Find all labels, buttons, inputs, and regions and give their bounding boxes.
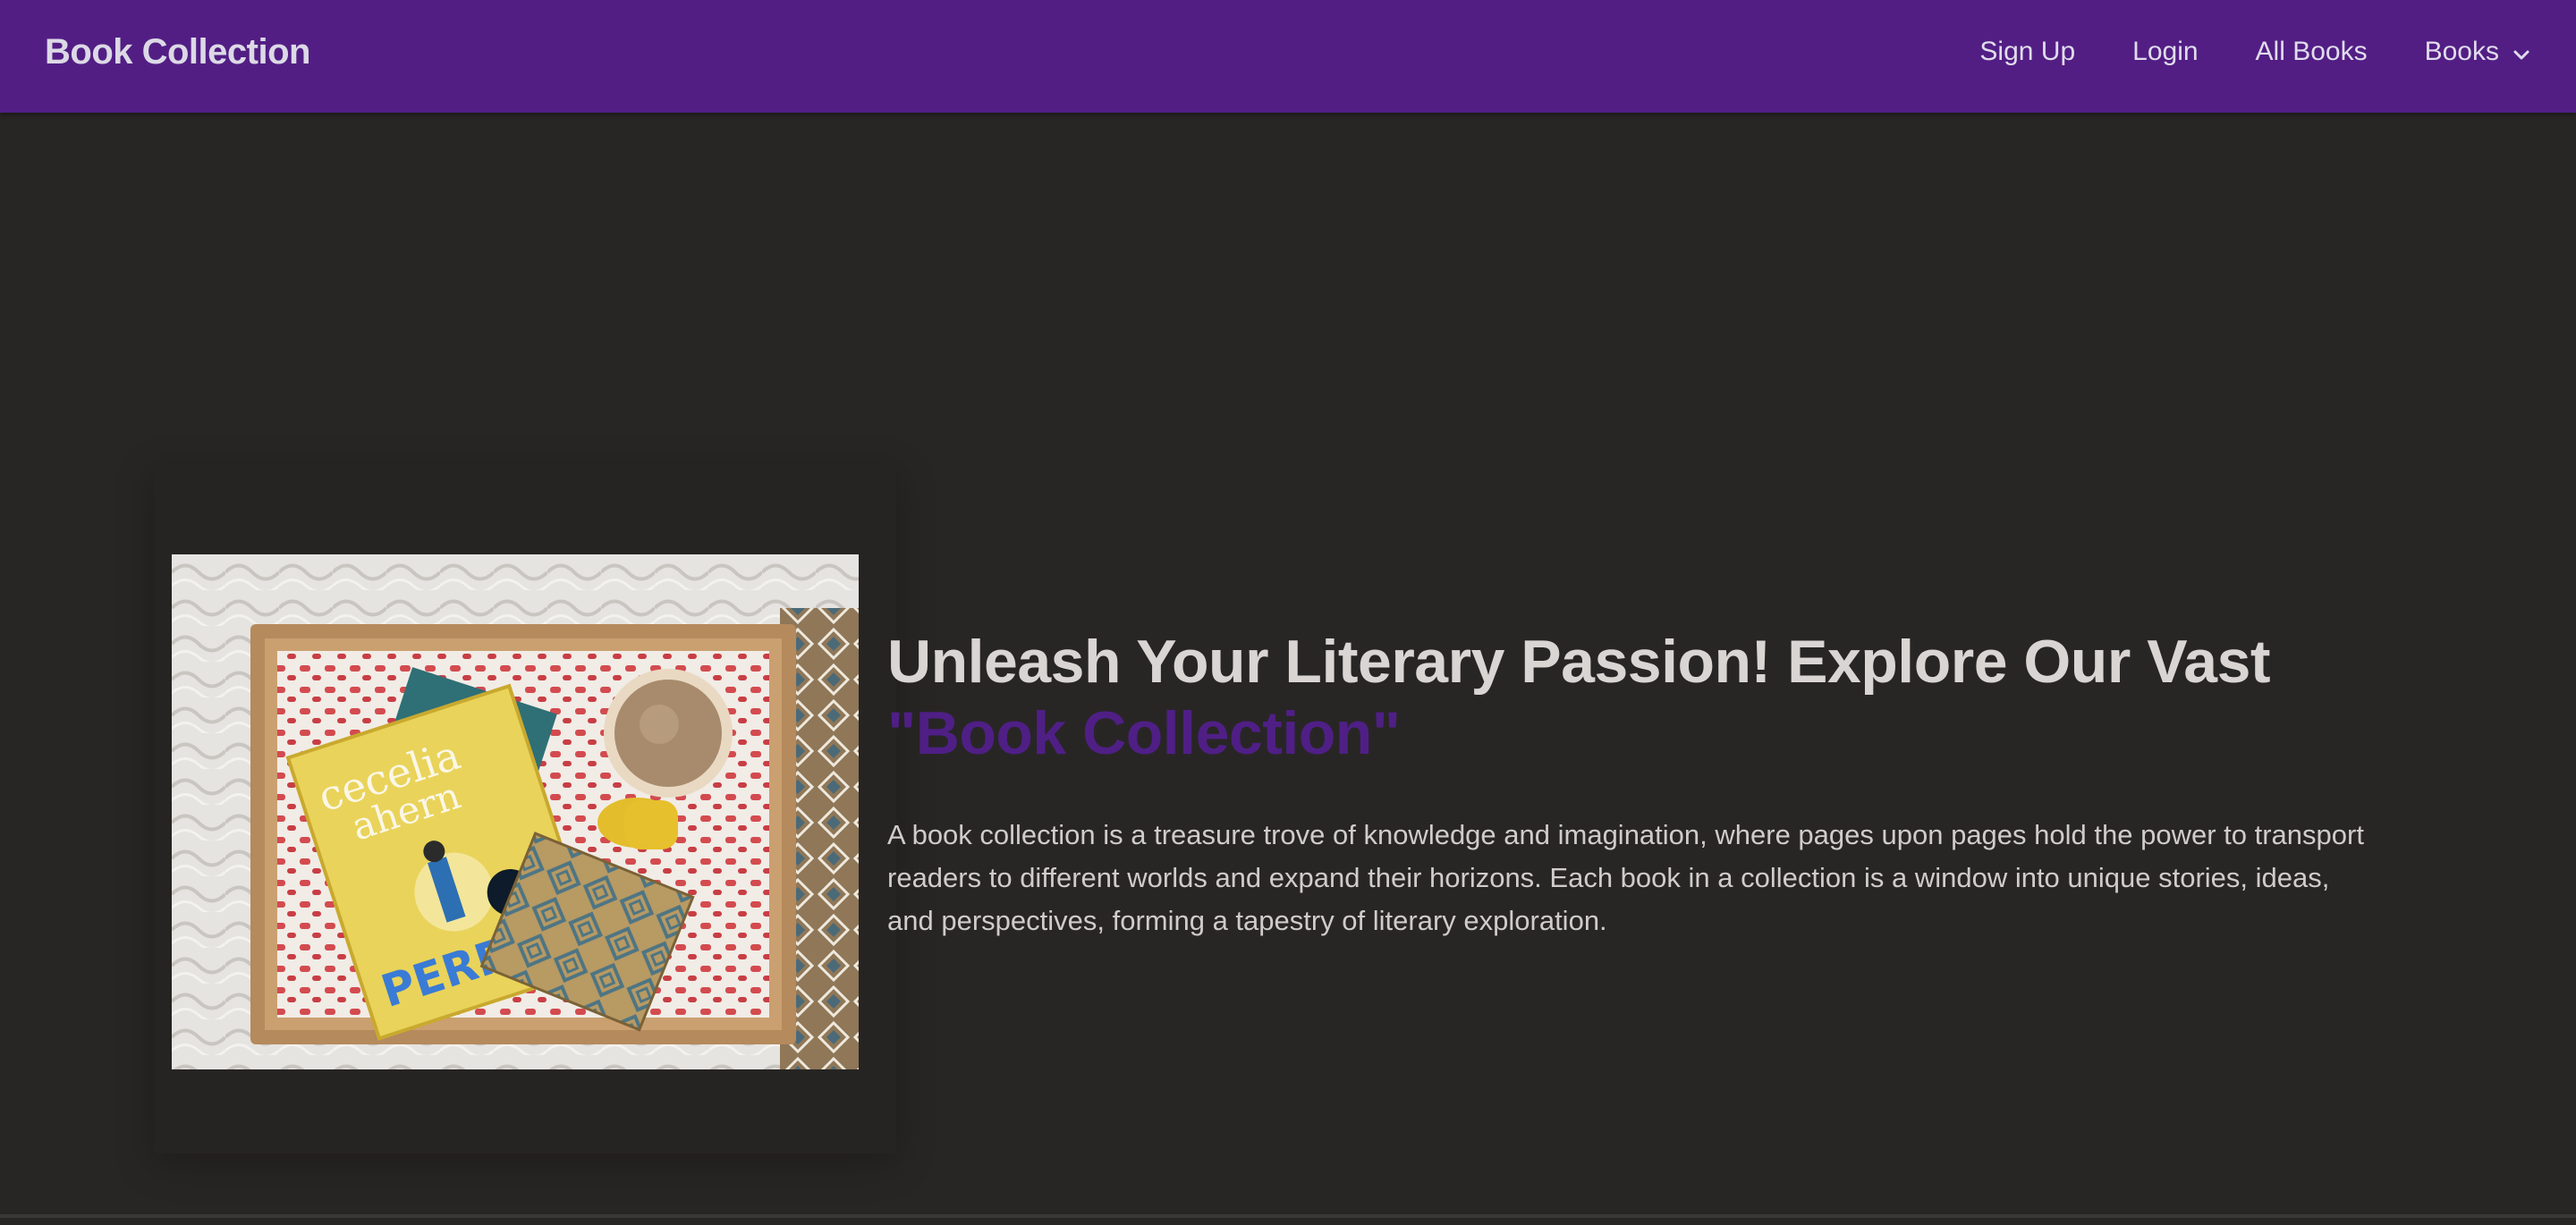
hero-headline: Unleash Your Literary Passion! Explore O… [887,628,2271,696]
nav-books-dropdown[interactable]: Books [2425,37,2531,67]
books-tray-illustration: celia ern cecelia ahern PERFECT [172,554,859,1069]
nav-login-label: Login [2132,37,2199,66]
hero-image: celia ern cecelia ahern PERFECT [172,554,859,1069]
brand-logo[interactable]: Book Collection [45,0,310,104]
nav-signup-link[interactable]: Sign Up [1979,37,2075,67]
nav-all-books-link[interactable]: All Books [2256,37,2368,67]
nav-signup-label: Sign Up [1979,37,2076,66]
nav-links: Sign Up Login All Books Books [1979,0,2531,104]
nav-login-link[interactable]: Login [2132,37,2198,67]
hero-description: A book collection is a treasure trove of… [887,819,2364,936]
hero-headline-accent: "Book Collection" [887,699,1401,767]
top-navbar: Book Collection Sign Up Login All Books … [0,0,2576,113]
chevron-down-icon [2512,42,2531,62]
nav-books-label: Books [2424,37,2499,66]
nav-all-books-label: All Books [2255,37,2368,66]
hero-text: Unleash Your Literary Passion! Explore O… [887,626,2408,970]
footer-divider [0,1214,2576,1218]
